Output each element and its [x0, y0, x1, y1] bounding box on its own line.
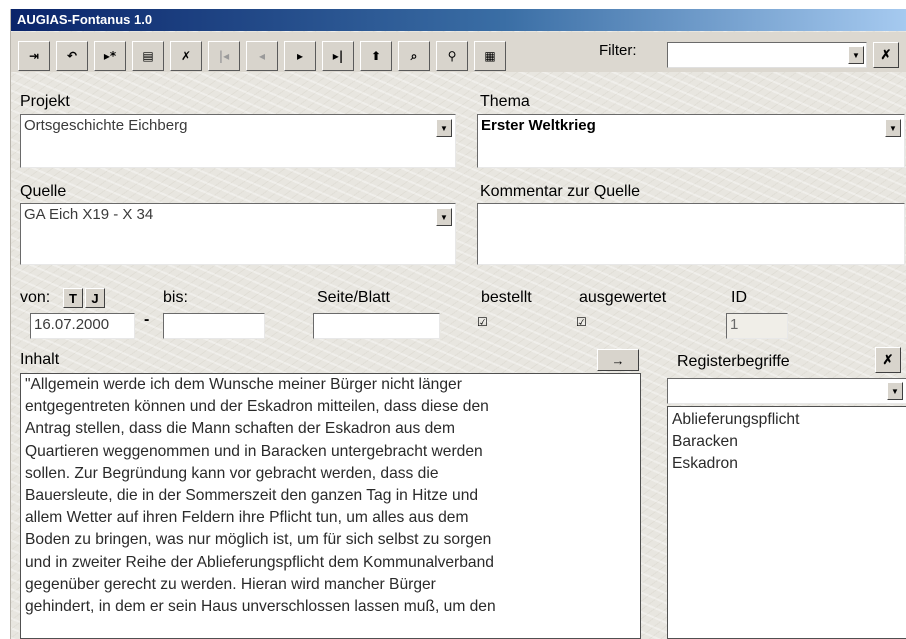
bestellt-checkbox[interactable]: ☑: [477, 315, 488, 329]
binoculars-icon[interactable]: ⚲: [436, 41, 468, 71]
projekt-dropdown-icon[interactable]: ▼: [436, 119, 452, 137]
quelle-value: GA Eich X19 - X 34: [24, 206, 154, 223]
save-icon[interactable]: ▤: [132, 41, 164, 71]
inhalt-line: Bauersleute, die in der Sommerszeit den …: [25, 487, 479, 505]
undo-icon[interactable]: ↶: [56, 41, 88, 71]
bis-label: bis:: [163, 289, 188, 306]
thema-value: Erster Weltkrieg: [481, 117, 596, 134]
register-select[interactable]: ▼: [667, 378, 906, 404]
calculator-icon[interactable]: ▦: [474, 41, 506, 71]
previous-record-icon[interactable]: ◂: [246, 41, 278, 71]
first-record-icon[interactable]: |◂: [208, 41, 240, 71]
transfer-arrow-button[interactable]: →: [597, 349, 639, 371]
inhalt-line: entgegentreten können und der Eskadron m…: [25, 398, 489, 416]
quelle-label: Quelle: [20, 183, 67, 200]
next-record-icon[interactable]: ▸: [284, 41, 316, 71]
seite-label: Seite/Blatt: [317, 289, 390, 306]
bestellt-label: bestellt: [481, 289, 532, 306]
thema-field[interactable]: Erster Weltkrieg ▼: [477, 114, 905, 168]
id-field: 1: [726, 313, 788, 339]
register-list[interactable]: Ablieferungspflicht Baracken Eskadron: [667, 406, 906, 639]
projekt-label: Projekt: [20, 93, 70, 110]
date-separator: -: [144, 311, 150, 328]
quelle-field[interactable]: GA Eich X19 - X 34 ▼: [20, 203, 456, 265]
filter-dropdown-icon[interactable]: ▼: [848, 46, 864, 64]
toolbar: ⇥ ↶ ▸* ▤ ✗ |◂ ◂ ▸ ▸| ⬆ ⌕ ⚲ ▦ Filter: ▼ ✗: [11, 32, 906, 72]
kommentar-field[interactable]: [477, 203, 905, 265]
id-value: 1: [730, 316, 739, 333]
app-window: AUGIAS-Fontanus 1.0 ⇥ ↶ ▸* ▤ ✗ |◂ ◂ ▸ ▸| ⬆ ⌕ ⚲ ▦ Fil…: [10, 9, 906, 639]
inhalt-textarea[interactable]: "Allgemein werde ich dem Wunsche meiner …: [20, 373, 641, 639]
register-label: Registerbegriffe: [677, 353, 790, 370]
id-label: ID: [731, 289, 747, 306]
last-record-icon[interactable]: ▸|: [322, 41, 354, 71]
register-item[interactable]: Baracken: [672, 431, 902, 453]
inhalt-line: gegenüber gerecht zu werden. Hieran wird…: [25, 575, 436, 593]
filter-select[interactable]: ▼: [667, 42, 867, 68]
check-icon: ☑: [576, 315, 587, 329]
title-bar: AUGIAS-Fontanus 1.0: [11, 9, 906, 31]
clear-filter-icon[interactable]: ✗: [873, 42, 899, 68]
new-record-icon[interactable]: ▸*: [94, 41, 126, 71]
quelle-dropdown-icon[interactable]: ▼: [436, 208, 452, 226]
exit-icon[interactable]: ⇥: [18, 41, 50, 71]
today-button[interactable]: T: [63, 288, 83, 308]
register-item[interactable]: Eskadron: [672, 453, 902, 475]
clear-register-icon[interactable]: ✗: [875, 347, 901, 373]
thema-dropdown-icon[interactable]: ▼: [885, 119, 901, 137]
seite-field[interactable]: [313, 313, 440, 339]
inhalt-line: gehindert, in dem er sein Haus unverschl…: [25, 598, 496, 616]
inhalt-line: Quartieren weggenommen und in Baracken u…: [25, 442, 483, 460]
ausgewertet-label: ausgewertet: [579, 289, 667, 306]
ausgewertet-checkbox[interactable]: ☑: [576, 315, 587, 329]
delete-icon[interactable]: ✗: [170, 41, 202, 71]
register-item[interactable]: Ablieferungspflicht: [672, 409, 902, 431]
von-date-field[interactable]: 16.07.2000: [30, 313, 135, 339]
check-icon: ☑: [477, 315, 488, 329]
thema-label: Thema: [480, 93, 530, 110]
inhalt-line: sollen. Zur Begründung kann vor gebracht…: [25, 464, 439, 482]
inhalt-line: und in zweiter Reihe der Ablieferungspfl…: [25, 553, 494, 571]
search-icon[interactable]: ⌕: [398, 41, 430, 71]
bis-date-field[interactable]: [163, 313, 265, 339]
kommentar-label: Kommentar zur Quelle: [480, 183, 641, 200]
up-arrow-icon[interactable]: ⬆: [360, 41, 392, 71]
register-dropdown-icon[interactable]: ▼: [887, 382, 903, 400]
von-label: von:: [20, 289, 51, 306]
filter-label: Filter:: [599, 42, 637, 59]
inhalt-line: Boden zu bringen, was nur möglich ist, u…: [25, 531, 492, 549]
year-button[interactable]: J: [85, 288, 105, 308]
inhalt-line: allem Wetter auf ihren Feldern ihre Pfli…: [25, 509, 469, 527]
inhalt-line: "Allgemein werde ich dem Wunsche meiner …: [25, 376, 462, 393]
projekt-field[interactable]: Ortsgeschichte Eichberg ▼: [20, 114, 456, 168]
inhalt-label: Inhalt: [20, 351, 60, 368]
von-date-value: 16.07.2000: [34, 316, 110, 333]
inhalt-line: Antrag stellen, dass die Mann schaften d…: [25, 420, 455, 438]
projekt-value: Ortsgeschichte Eichberg: [24, 117, 188, 134]
